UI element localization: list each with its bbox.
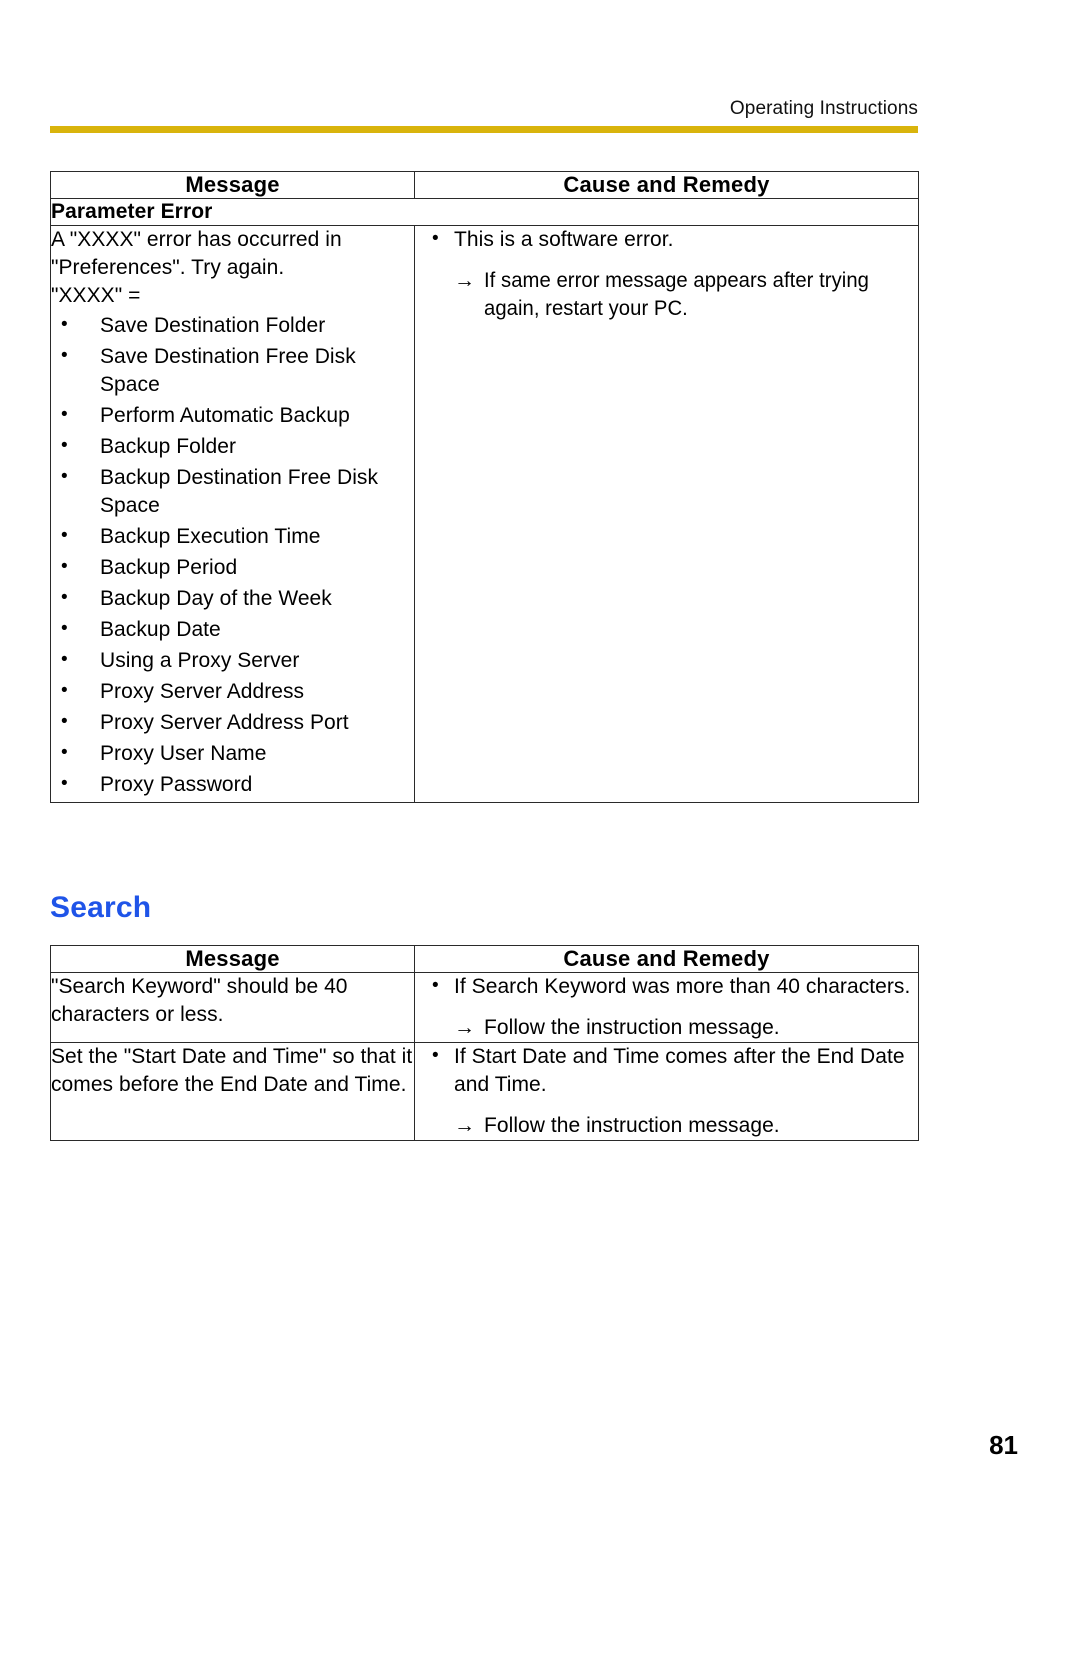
list-item: Save Destination Folder <box>51 311 414 340</box>
message-line-1: A "XXXX" error has occurred in <box>51 228 342 251</box>
cause-cell: If Start Date and Time comes after the E… <box>414 1042 919 1141</box>
group-label-parameter-error: Parameter Error <box>50 198 919 226</box>
cause-bullet-list: If Search Keyword was more than 40 chara… <box>429 972 918 1001</box>
list-item: This is a software error. <box>429 225 918 254</box>
list-item: Backup Period <box>51 553 414 582</box>
search-table: Message Cause and Remedy "Search Keyword… <box>50 945 919 1141</box>
table-group-row: Parameter Error <box>50 198 919 226</box>
list-item: Backup Date <box>51 615 414 644</box>
table-header-row: Message Cause and Remedy <box>50 171 919 199</box>
message-line-2: "Preferences". Try again. <box>51 256 285 279</box>
remedy-arrow-item: → If same error message appears after tr… <box>429 267 918 323</box>
remedy-arrow-text: Follow the instruction message. <box>484 1114 780 1137</box>
message-cell: Set the "Start Date and Time" so that it… <box>50 1042 415 1141</box>
message-cell: A "XXXX" error has occurred in "Preferen… <box>50 225 415 803</box>
message-line-3: "XXXX" = <box>51 284 141 307</box>
page-header: Operating Instructions <box>50 98 918 133</box>
list-item: Backup Execution Time <box>51 522 414 551</box>
header-rule-divider <box>50 126 918 133</box>
remedy-arrow-text: Follow the instruction message. <box>484 1016 780 1039</box>
list-item: If Search Keyword was more than 40 chara… <box>429 972 918 1001</box>
arrow-right-icon: → <box>454 269 476 292</box>
cause-bullet-list: If Start Date and Time comes after the E… <box>429 1042 918 1099</box>
header-title: Operating Instructions <box>729 98 918 119</box>
cause-cell: This is a software error. → If same erro… <box>414 225 919 803</box>
table-row: "Search Keyword" should be 40 characters… <box>50 972 919 1043</box>
arrow-right-icon: → <box>454 1016 476 1039</box>
list-item: Proxy Password <box>51 770 414 799</box>
list-item: Proxy Server Address Port <box>51 708 414 737</box>
table-row: Set the "Start Date and Time" so that it… <box>50 1042 919 1141</box>
column-header-message: Message <box>50 945 415 973</box>
column-header-cause-and-remedy: Cause and Remedy <box>414 945 919 973</box>
table-header-row: Message Cause and Remedy <box>50 945 919 973</box>
list-item: Perform Automatic Backup <box>51 401 414 430</box>
list-item: Using a Proxy Server <box>51 646 414 675</box>
parameter-name-list: Save Destination FolderSave Destination … <box>51 311 414 799</box>
list-item: Backup Destination Free Disk Space <box>51 463 414 520</box>
parameter-error-table: Message Cause and Remedy Parameter Error… <box>50 171 919 803</box>
page-number: 81 <box>989 1430 1018 1460</box>
arrow-right-icon: → <box>454 1114 476 1137</box>
list-item: Save Destination Free Disk Space <box>51 342 414 399</box>
list-item: Backup Folder <box>51 432 414 461</box>
list-item: Proxy Server Address <box>51 677 414 706</box>
table-row: A "XXXX" error has occurred in "Preferen… <box>50 225 919 803</box>
column-header-cause-and-remedy: Cause and Remedy <box>414 171 919 199</box>
remedy-arrow-item: → Follow the instruction message. <box>429 1112 918 1140</box>
message-cell: "Search Keyword" should be 40 characters… <box>50 972 415 1043</box>
list-item: Backup Day of the Week <box>51 584 414 613</box>
column-header-message: Message <box>50 171 415 199</box>
section-heading-search: Search <box>50 891 152 924</box>
cause-cell: If Search Keyword was more than 40 chara… <box>414 972 919 1043</box>
cause-bullet-list: This is a software error. <box>429 225 918 254</box>
list-item: Proxy User Name <box>51 739 414 768</box>
list-item: If Start Date and Time comes after the E… <box>429 1042 918 1099</box>
remedy-arrow-text: If same error message appears after tryi… <box>484 269 869 320</box>
remedy-arrow-item: → Follow the instruction message. <box>429 1014 918 1042</box>
message-text: "Search Keyword" should be 40 characters… <box>51 975 348 1026</box>
message-text: Set the "Start Date and Time" so that it… <box>51 1045 413 1096</box>
document-page: Operating Instructions Message Cause and… <box>0 0 1080 1669</box>
